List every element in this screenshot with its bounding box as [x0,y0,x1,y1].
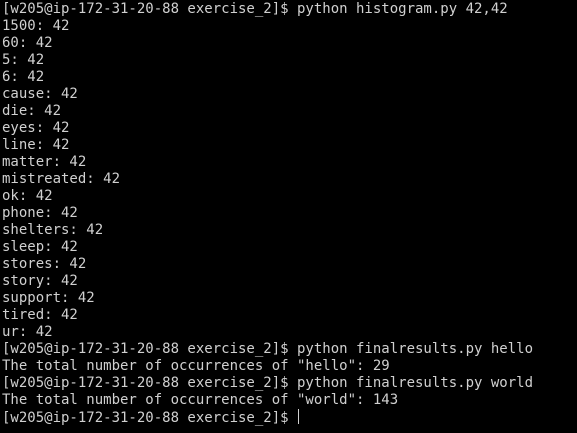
output-line: story: 42 [2,273,78,289]
output-line: tired: 42 [2,307,78,323]
output-line: 5: 42 [2,52,45,68]
text-cursor [298,409,300,424]
output-line: 6: 42 [2,69,45,85]
command-line-finalresults-world: [w205@ip-172-31-20-88 exercise_2]$ pytho… [2,375,534,391]
active-prompt-line[interactable]: [w205@ip-172-31-20-88 exercise_2]$ [2,409,577,426]
output-line: mistreated: 42 [2,171,121,187]
terminal-window[interactable]: [w205@ip-172-31-20-88 exercise_2]$ pytho… [0,0,577,433]
output-line: 60: 42 [2,35,53,51]
output-line: cause: 42 [2,86,78,102]
output-line: The total number of occurrences of "hell… [2,358,390,374]
output-line: ur: 42 [2,324,53,340]
output-line: phone: 42 [2,205,78,221]
command-line-finalresults-hello: [w205@ip-172-31-20-88 exercise_2]$ pytho… [2,341,534,357]
output-line: support: 42 [2,290,95,306]
output-line: stores: 42 [2,256,87,272]
shell-prompt: [w205@ip-172-31-20-88 exercise_2]$ [2,410,298,426]
output-line: ok: 42 [2,188,53,204]
output-line: eyes: 42 [2,120,70,136]
output-line: shelters: 42 [2,222,104,238]
output-line: line: 42 [2,137,70,153]
output-line: sleep: 42 [2,239,78,255]
output-line: 1500: 42 [2,18,70,34]
output-line: matter: 42 [2,154,87,170]
output-line: die: 42 [2,103,62,119]
command-line-histogram: [w205@ip-172-31-20-88 exercise_2]$ pytho… [2,1,508,17]
output-line: The total number of occurrences of "worl… [2,392,399,408]
